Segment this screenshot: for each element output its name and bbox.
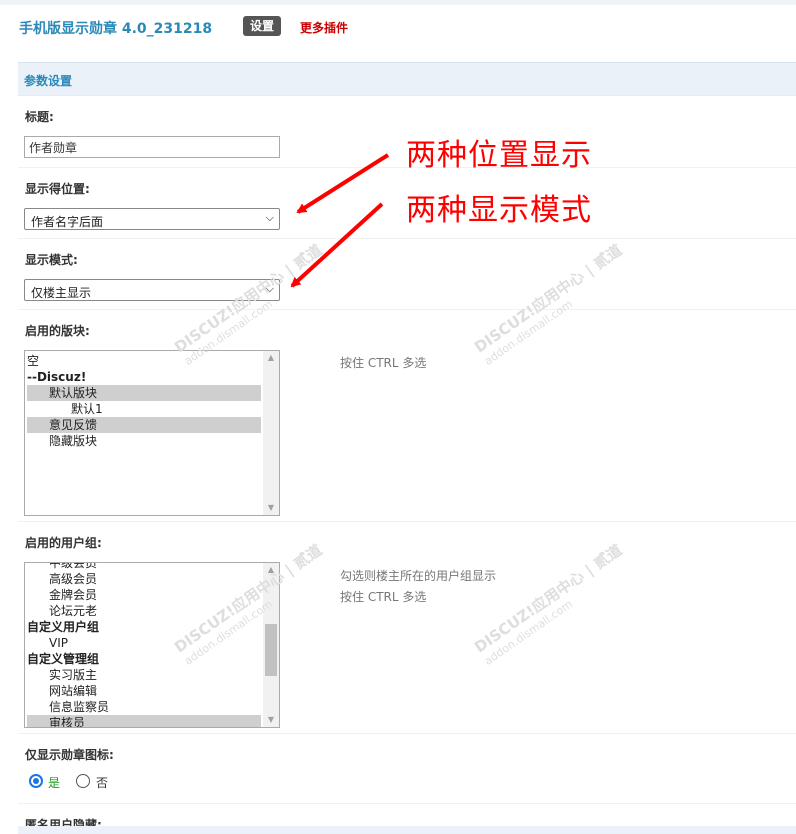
annotation-arrows xyxy=(290,153,390,288)
arrow-to-mode-select xyxy=(290,202,384,288)
arrow-to-position-select xyxy=(296,153,390,214)
